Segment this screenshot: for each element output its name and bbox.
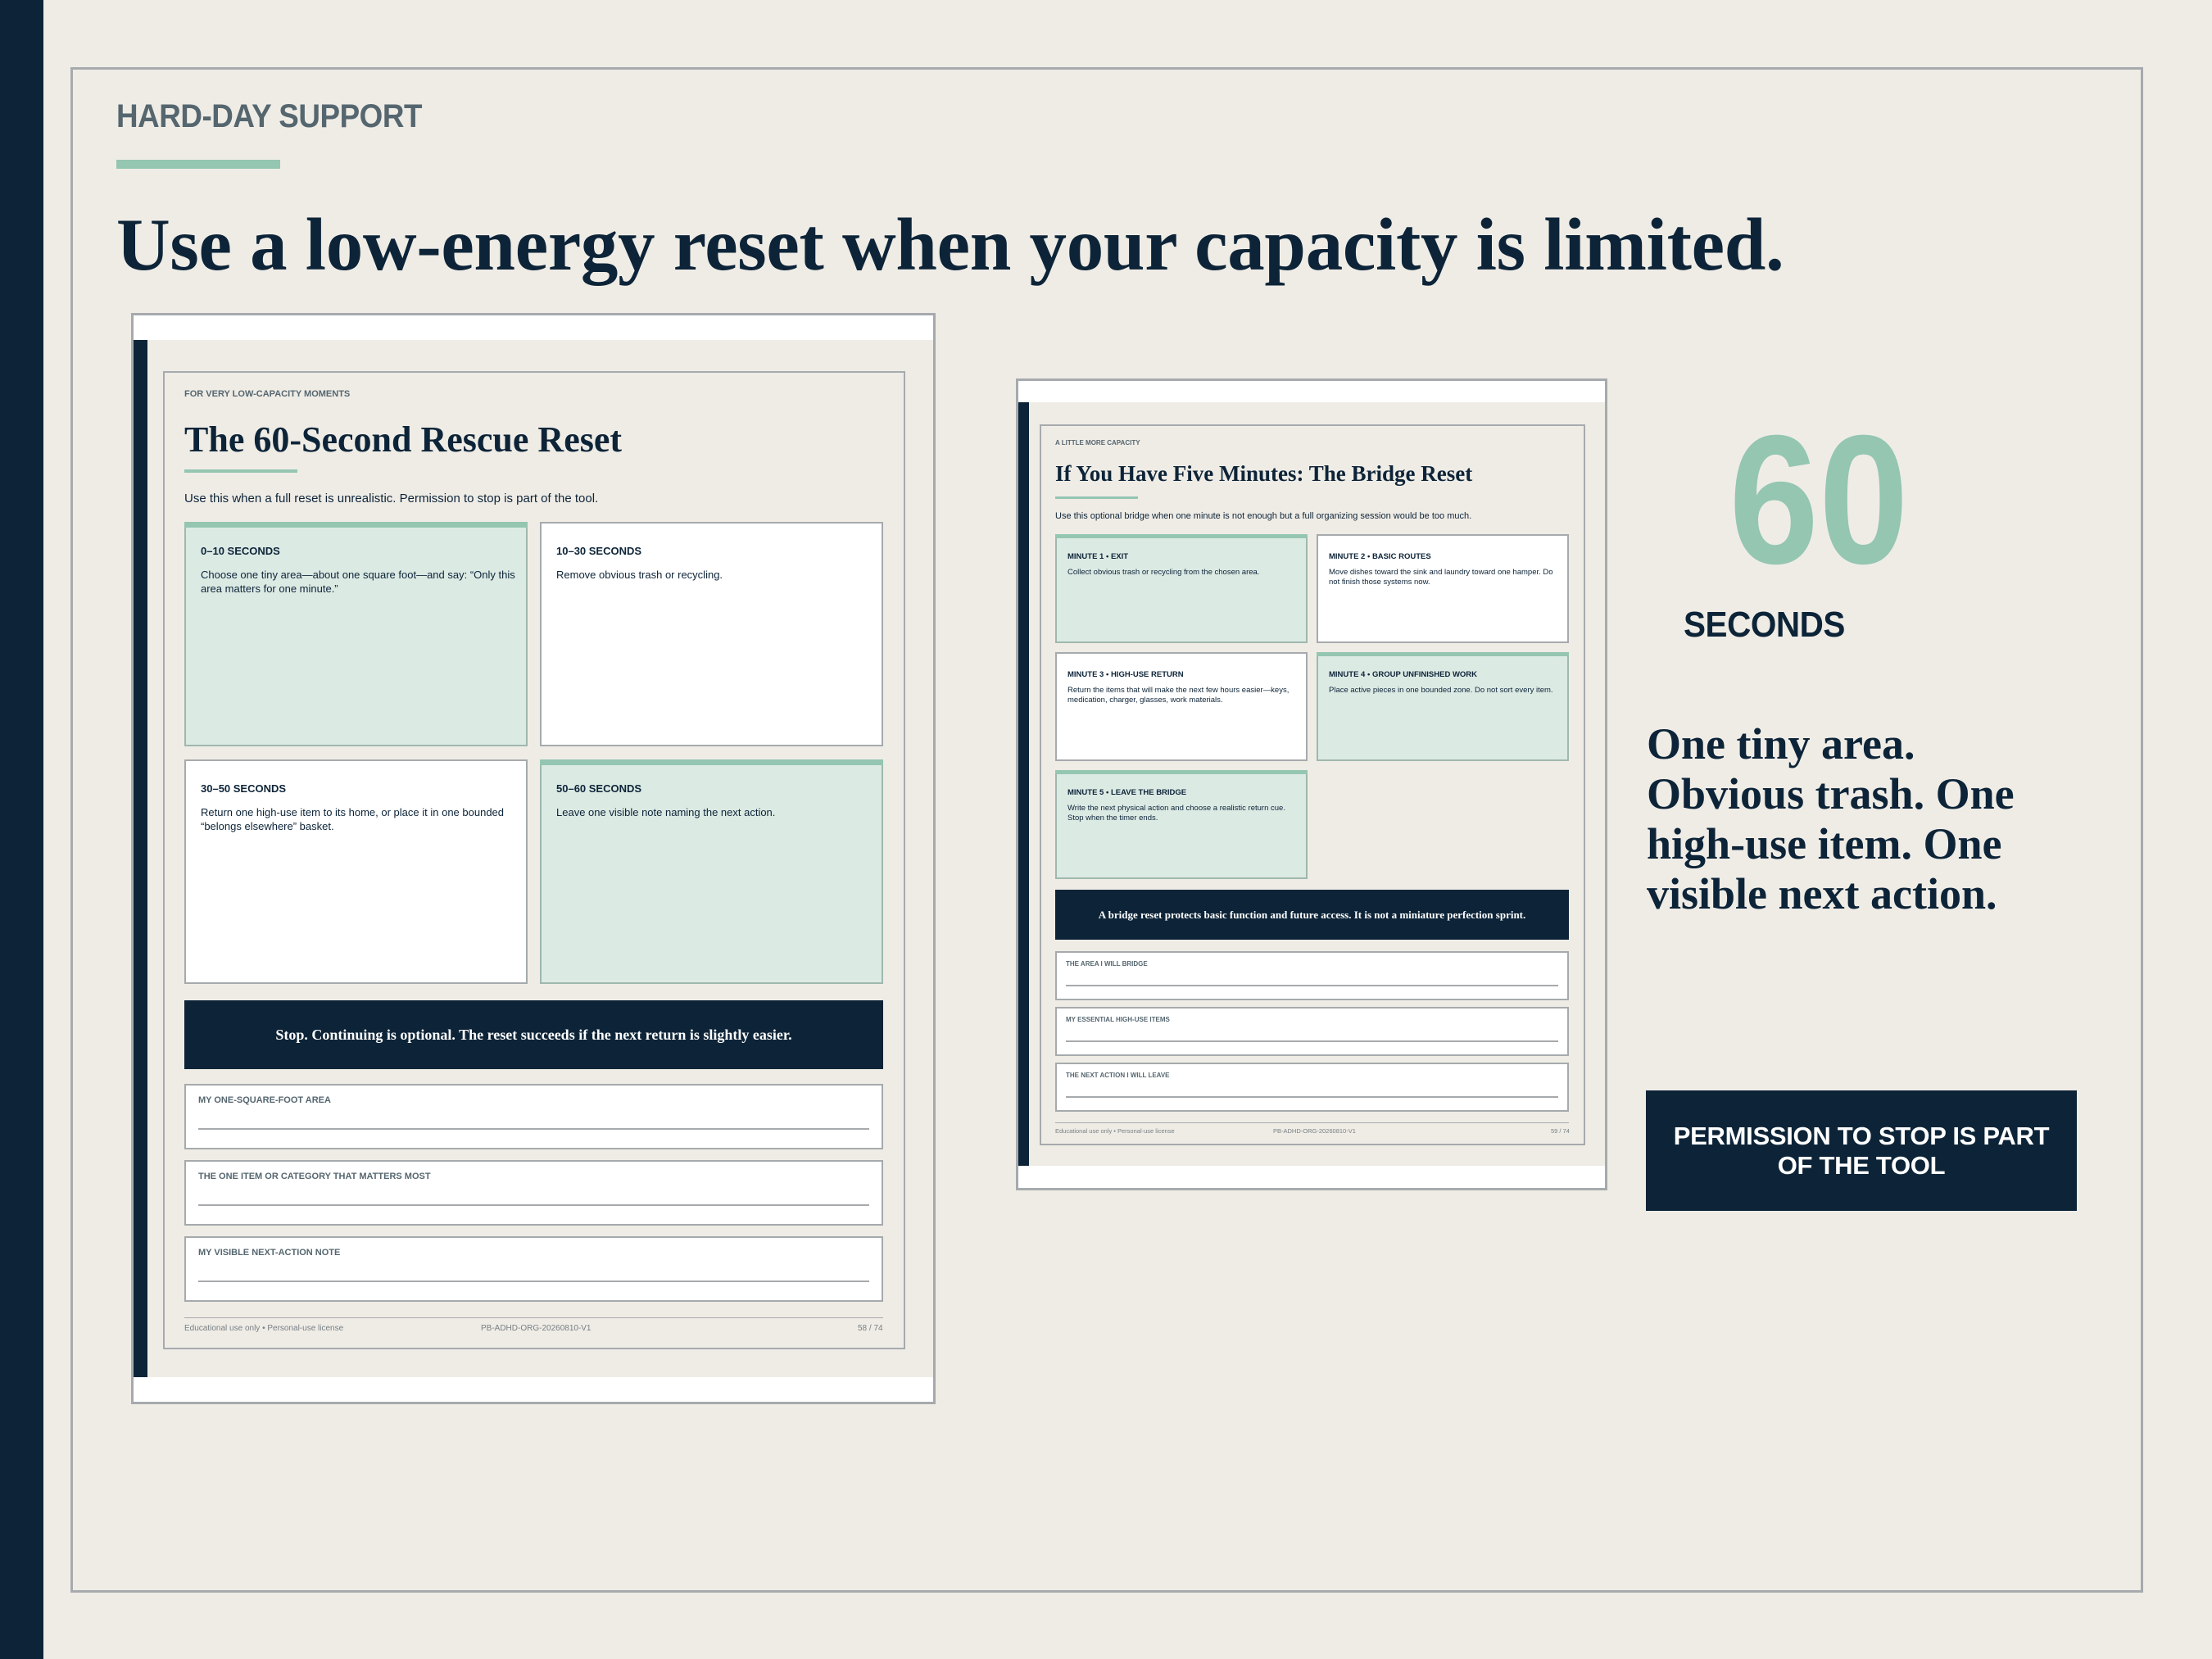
field-line bbox=[198, 1128, 869, 1130]
field-line bbox=[198, 1281, 869, 1282]
step-card-50-60: 50–60 SECONDS Leave one visible note nam… bbox=[540, 759, 883, 984]
minute-card-5: MINUTE 5 • LEAVE THE BRIDGE Write the ne… bbox=[1055, 770, 1308, 879]
write-in-field[interactable]: MY ONE-SQUARE-FOOT AREA bbox=[184, 1084, 883, 1149]
field-label: THE NEXT ACTION I WILL LEAVE bbox=[1066, 1072, 1170, 1079]
minute-card-2: MINUTE 2 • BASIC ROUTES Move dishes towa… bbox=[1317, 534, 1569, 643]
footer-page-number: 59 / 74 bbox=[1551, 1127, 1570, 1135]
card-title: MINUTE 4 • GROUP UNFINISHED WORK bbox=[1329, 670, 1478, 679]
write-in-field[interactable]: MY VISIBLE NEXT-ACTION NOTE bbox=[184, 1236, 883, 1302]
field-line bbox=[198, 1204, 869, 1206]
footer-code: PB-ADHD-ORG-20260810-V1 bbox=[1273, 1127, 1356, 1135]
page-bridge-reset: A LITTLE MORE CAPACITY If You Have Five … bbox=[1018, 402, 1605, 1166]
field-label: MY ESSENTIAL HIGH-USE ITEMS bbox=[1066, 1016, 1170, 1023]
card-title: 30–50 SECONDS bbox=[201, 782, 287, 795]
title-rule bbox=[184, 469, 297, 473]
page-accent-bar bbox=[1018, 402, 1029, 1166]
write-in-field[interactable]: MY ESSENTIAL HIGH-USE ITEMS bbox=[1055, 1007, 1569, 1056]
card-title: MINUTE 3 • HIGH-USE RETURN bbox=[1067, 670, 1184, 679]
field-line bbox=[1066, 985, 1558, 986]
stat-unit: SECONDS bbox=[1684, 605, 1845, 645]
page-accent-bar bbox=[134, 340, 147, 1377]
field-line bbox=[1066, 1040, 1558, 1042]
page-title: If You Have Five Minutes: The Bridge Res… bbox=[1055, 461, 1473, 486]
minute-card-4: MINUTE 4 • GROUP UNFINISHED WORK Place a… bbox=[1317, 652, 1569, 761]
page-eyebrow: A LITTLE MORE CAPACITY bbox=[1055, 439, 1140, 446]
field-label: THE ONE ITEM OR CATEGORY THAT MATTERS MO… bbox=[198, 1172, 431, 1181]
card-title: MINUTE 2 • BASIC ROUTES bbox=[1329, 552, 1431, 561]
slide-headline: Use a low-energy reset when your capacit… bbox=[116, 203, 1784, 286]
write-in-field[interactable]: THE AREA I WILL BRIDGE bbox=[1055, 951, 1569, 1000]
page-eyebrow: FOR VERY LOW-CAPACITY MOMENTS bbox=[184, 389, 351, 399]
footer-rule bbox=[1055, 1122, 1569, 1123]
slide-eyebrow: HARD-DAY SUPPORT bbox=[116, 98, 422, 134]
title-rule bbox=[1055, 496, 1138, 499]
left-accent-bar bbox=[0, 0, 43, 1659]
summary-text: One tiny area. Obvious trash. One high-u… bbox=[1647, 719, 2015, 918]
page-intro: Use this optional bridge when one minute… bbox=[1055, 511, 1472, 521]
card-title: MINUTE 5 • LEAVE THE BRIDGE bbox=[1067, 788, 1187, 797]
card-body: Return one high-use item to its home, or… bbox=[201, 806, 505, 832]
card-body: Write the next physical action and choos… bbox=[1067, 804, 1285, 823]
field-line bbox=[1066, 1096, 1558, 1098]
stat-number: 60 bbox=[1729, 397, 1909, 602]
page-rescue-reset: FOR VERY LOW-CAPACITY MOMENTS The 60-Sec… bbox=[134, 340, 933, 1377]
card-title: 10–30 SECONDS bbox=[556, 545, 642, 557]
card-body: Collect obvious trash or recycling from … bbox=[1067, 568, 1260, 577]
step-card-30-50: 30–50 SECONDS Return one high-use item t… bbox=[184, 759, 528, 984]
card-body: Return the items that will make the next… bbox=[1067, 686, 1290, 705]
permission-banner: PERMISSION TO STOP IS PART OF THE TOOL bbox=[1646, 1090, 2077, 1211]
page-thumbnail-bridge-reset[interactable]: A LITTLE MORE CAPACITY If You Have Five … bbox=[1016, 378, 1607, 1190]
stop-callout: Stop. Continuing is optional. The reset … bbox=[184, 1000, 883, 1069]
card-title: 50–60 SECONDS bbox=[556, 782, 642, 795]
bridge-callout: A bridge reset protects basic function a… bbox=[1055, 890, 1569, 940]
field-label: THE AREA I WILL BRIDGE bbox=[1066, 960, 1148, 968]
field-label: MY VISIBLE NEXT-ACTION NOTE bbox=[198, 1248, 341, 1258]
card-body: Place active pieces in one bounded zone.… bbox=[1329, 686, 1553, 695]
footer-code: PB-ADHD-ORG-20260810-V1 bbox=[481, 1324, 592, 1333]
page-intro: Use this when a full reset is unrealisti… bbox=[184, 492, 599, 505]
field-label: MY ONE-SQUARE-FOOT AREA bbox=[198, 1095, 331, 1105]
card-title: MINUTE 1 • EXIT bbox=[1067, 552, 1129, 561]
step-card-0-10: 0–10 SECONDS Choose one tiny area—about … bbox=[184, 522, 528, 746]
write-in-field[interactable]: THE ONE ITEM OR CATEGORY THAT MATTERS MO… bbox=[184, 1160, 883, 1226]
minute-card-1: MINUTE 1 • EXIT Collect obvious trash or… bbox=[1055, 534, 1308, 643]
footer-license: Educational use only • Personal-use lice… bbox=[1055, 1127, 1175, 1135]
card-body: Remove obvious trash or recycling. bbox=[556, 569, 723, 581]
page-thumbnail-rescue-reset[interactable]: FOR VERY LOW-CAPACITY MOMENTS The 60-Sec… bbox=[131, 313, 936, 1404]
card-title: 0–10 SECONDS bbox=[201, 545, 280, 557]
footer-rule bbox=[184, 1317, 883, 1318]
step-card-10-30: 10–30 SECONDS Remove obvious trash or re… bbox=[540, 522, 883, 746]
minute-card-3: MINUTE 3 • HIGH-USE RETURN Return the it… bbox=[1055, 652, 1308, 761]
write-in-field[interactable]: THE NEXT ACTION I WILL LEAVE bbox=[1055, 1063, 1569, 1112]
footer-license: Educational use only • Personal-use lice… bbox=[184, 1324, 344, 1333]
card-body: Leave one visible note naming the next a… bbox=[556, 806, 776, 818]
page-title: The 60-Second Rescue Reset bbox=[184, 419, 623, 460]
card-body: Move dishes toward the sink and laundry … bbox=[1329, 568, 1553, 587]
card-body: Choose one tiny area—about one square fo… bbox=[201, 569, 515, 595]
footer-page-number: 58 / 74 bbox=[858, 1324, 883, 1333]
eyebrow-rule bbox=[116, 160, 280, 169]
